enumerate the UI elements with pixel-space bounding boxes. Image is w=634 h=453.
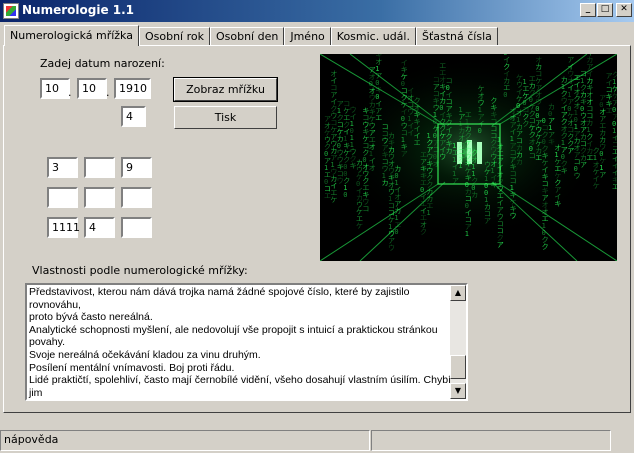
properties-label: Vlastnosti podle numerologické mřížky: <box>32 264 248 277</box>
grid-cell[interactable]: 4 <box>84 217 115 238</box>
grid-cell[interactable]: 3 <box>47 157 78 178</box>
title-bar[interactable]: Numerologie 1.1 _ □ ✕ <box>0 0 634 22</box>
scroll-thumb[interactable] <box>450 355 466 379</box>
grid-cell[interactable] <box>121 187 152 208</box>
svg-text:エ: エ <box>612 183 617 191</box>
tab-numerologicka-mrizka[interactable]: Numerologická mřížka <box>4 25 139 46</box>
properties-text: Představivost, kterou nám dává trojka na… <box>29 286 451 399</box>
grid-cell[interactable]: 9 <box>121 157 152 178</box>
svg-text:オ: オ <box>433 160 440 168</box>
svg-text:キ: キ <box>554 200 561 208</box>
maximize-button[interactable]: □ <box>597 3 613 17</box>
svg-text:ア: ア <box>580 161 587 169</box>
svg-text:ケ: ケ <box>330 196 337 204</box>
svg-text:0: 0 <box>503 91 507 99</box>
matrix-corridor-graphic: アオケウク0ア1エ0コエオイコアイクウコケアウカア1ウカイエケア1クコケカ0ウウ… <box>320 54 617 261</box>
svg-text:ク: ク <box>542 243 549 251</box>
properties-memo[interactable]: Představivost, kterou nám dává trojka na… <box>25 283 468 401</box>
close-button[interactable]: ✕ <box>616 3 632 17</box>
technet-watermark <box>614 382 632 442</box>
tab-strip: Numerologická mřížka Osobní rok Osobní d… <box>4 25 498 46</box>
day-field[interactable]: 10 <box>40 78 70 99</box>
svg-text:1: 1 <box>426 209 430 217</box>
svg-text:ア: ア <box>599 171 606 179</box>
svg-text:カ: カ <box>516 158 523 166</box>
svg-text:ク: ク <box>420 228 427 236</box>
svg-text:ケ: ケ <box>593 182 600 190</box>
result-number-field[interactable]: 4 <box>121 106 146 127</box>
year-field[interactable]: 1910 <box>114 78 151 99</box>
tab-jmeno[interactable]: Jméno <box>284 27 331 46</box>
svg-text:エ: エ <box>375 114 382 122</box>
svg-text:ア: ア <box>452 177 459 185</box>
grid-cell[interactable] <box>121 217 152 238</box>
tab-kosmic-udal[interactable]: Kosmic. udál. <box>330 27 416 46</box>
svg-text:ウ: ウ <box>574 172 581 180</box>
show-grid-button[interactable]: Zobraz mřížku <box>173 77 278 102</box>
status-bar: nápověda <box>0 430 634 453</box>
app-window: Numerologie 1.1 _ □ ✕ Numerologická mříž… <box>0 0 634 453</box>
month-field[interactable]: 10 <box>77 78 107 99</box>
svg-text:オ: オ <box>369 164 376 172</box>
status-help: nápověda <box>0 430 370 451</box>
svg-text:ケ: ケ <box>356 222 363 230</box>
svg-text:0: 0 <box>394 228 398 236</box>
tab-osobni-den[interactable]: Osobní den <box>209 27 285 46</box>
tab-osobni-rok[interactable]: Osobní rok <box>138 27 210 46</box>
scroll-down-arrow-icon[interactable]: ▼ <box>450 383 466 399</box>
matrix-corridor-image: アオケウク0ア1エ0コエオイコアイクウコケアウカア1ウカイエケア1クコケカ0ウウ… <box>320 54 617 261</box>
scroll-up-arrow-icon[interactable]: ▲ <box>450 285 466 301</box>
svg-text:ア: ア <box>401 150 408 158</box>
window-title: Numerologie 1.1 <box>22 3 135 17</box>
svg-text:ア: ア <box>484 217 491 225</box>
svg-text:キ: キ <box>561 167 568 175</box>
date-separator: . <box>106 86 110 99</box>
grid-cell[interactable]: 1111 <box>47 217 80 238</box>
vertical-scrollbar[interactable]: ▲ ▼ <box>450 285 466 399</box>
svg-text:1: 1 <box>465 230 469 238</box>
status-info <box>371 430 611 451</box>
birth-date-label: Zadej datum narození: <box>40 57 165 70</box>
date-separator: . <box>68 86 72 99</box>
svg-text:ウ: ウ <box>388 244 395 252</box>
app-icon[interactable] <box>3 3 19 19</box>
svg-text:0: 0 <box>478 127 482 135</box>
svg-text:エ: エ <box>414 139 421 147</box>
svg-text:コ: コ <box>362 205 369 213</box>
minimize-button[interactable]: _ <box>580 3 596 17</box>
svg-text:ウ: ウ <box>510 212 517 220</box>
grid-cell[interactable] <box>84 187 115 208</box>
tab-stastna-cisla[interactable]: Šťastná čísla <box>415 27 498 46</box>
svg-text:カ: カ <box>471 191 478 199</box>
svg-text:0: 0 <box>343 191 347 199</box>
svg-text:1: 1 <box>458 162 462 170</box>
grid-cell[interactable] <box>84 157 115 178</box>
grid-cell[interactable] <box>47 187 78 208</box>
print-button[interactable]: Tisk <box>174 106 277 129</box>
svg-text:ア: ア <box>497 241 504 249</box>
